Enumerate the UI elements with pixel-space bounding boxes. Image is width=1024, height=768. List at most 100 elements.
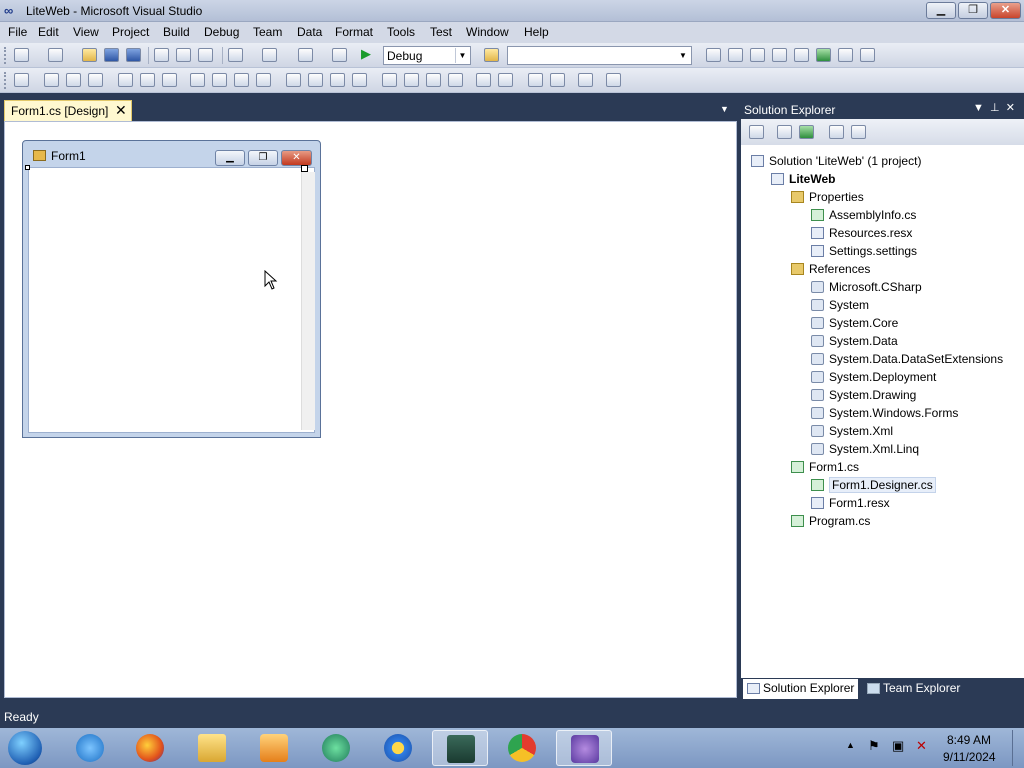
tree-item[interactable]: System.Data.DataSetExtensions: [811, 352, 1003, 366]
tree-item[interactable]: System.Windows.Forms: [811, 406, 958, 420]
chevron-down-icon[interactable]: ▼: [720, 104, 729, 114]
view-designer-icon[interactable]: [851, 125, 866, 139]
tree-item[interactable]: Solution 'LiteWeb' (1 project): [751, 154, 921, 168]
menu-edit[interactable]: Edit: [38, 25, 59, 39]
toolbar-grip[interactable]: [4, 47, 7, 64]
taskbar-chrome[interactable]: [494, 730, 550, 766]
action-center-flag-icon[interactable]: ⚑: [868, 738, 880, 754]
tree-item[interactable]: Settings.settings: [811, 244, 917, 258]
extension-manager-icon[interactable]: [838, 48, 853, 62]
taskbar-browser[interactable]: [370, 730, 426, 766]
taskbar-app[interactable]: [308, 730, 364, 766]
clock-date[interactable]: 9/11/2024: [943, 750, 996, 764]
find-in-files-icon[interactable]: [484, 48, 499, 62]
form-client-area[interactable]: [28, 167, 315, 433]
paste-icon[interactable]: [198, 48, 213, 62]
align-middles-icon[interactable]: [140, 73, 155, 87]
save-icon[interactable]: [104, 48, 119, 62]
send-to-back-icon[interactable]: [550, 73, 565, 87]
object-browser-icon[interactable]: [750, 48, 765, 62]
menu-test[interactable]: Test: [430, 25, 452, 39]
tab-order-icon[interactable]: [606, 73, 621, 87]
clock-time[interactable]: 8:49 AM: [947, 733, 991, 747]
add-item-icon[interactable]: [48, 48, 63, 62]
taskbar-firefox[interactable]: [122, 730, 178, 766]
properties-icon[interactable]: [749, 125, 764, 139]
toolbar-grip[interactable]: [4, 72, 7, 89]
taskbar-internet-explorer[interactable]: [62, 730, 118, 766]
lock-controls-icon[interactable]: [578, 73, 593, 87]
decrease-vertical-spacing-icon[interactable]: [426, 73, 441, 87]
align-tops-icon[interactable]: [118, 73, 133, 87]
tree-item[interactable]: Program.cs: [791, 514, 870, 528]
start-button[interactable]: [4, 730, 46, 766]
tree-item[interactable]: Properties: [791, 190, 864, 204]
make-vertical-spacing-equal-icon[interactable]: [382, 73, 397, 87]
tree-item[interactable]: System.Data: [811, 334, 898, 348]
solution-configurations-dropdown[interactable]: Debug ▼: [383, 46, 471, 65]
undo-icon[interactable]: [228, 48, 243, 62]
align-to-grid-icon[interactable]: [14, 73, 29, 87]
tree-item[interactable]: System.Core: [811, 316, 898, 330]
increase-vertical-spacing-icon[interactable]: [404, 73, 419, 87]
menu-help[interactable]: Help: [524, 25, 549, 39]
network-icon[interactable]: ▣: [892, 738, 904, 754]
properties-icon[interactable]: [728, 48, 743, 62]
cut-icon[interactable]: [154, 48, 169, 62]
tree-item[interactable]: AssemblyInfo.cs: [811, 208, 916, 222]
copy-icon[interactable]: [176, 48, 191, 62]
navigate-backward-icon[interactable]: [298, 48, 313, 62]
start-debugging-icon[interactable]: ▶: [361, 47, 373, 61]
tree-item[interactable]: System: [811, 298, 869, 312]
menu-format[interactable]: Format: [335, 25, 373, 39]
taskbar-monitor[interactable]: [432, 730, 488, 766]
make-same-height-icon[interactable]: [212, 73, 227, 87]
remove-horizontal-spacing-icon[interactable]: [352, 73, 367, 87]
align-rights-icon[interactable]: [88, 73, 103, 87]
center-horizontally-icon[interactable]: [476, 73, 491, 87]
decrease-horizontal-spacing-icon[interactable]: [330, 73, 345, 87]
make-same-size-icon[interactable]: [234, 73, 249, 87]
tree-item[interactable]: Microsoft.CSharp: [811, 280, 922, 294]
menu-project[interactable]: Project: [112, 25, 149, 39]
solution-explorer-icon[interactable]: [706, 48, 721, 62]
tree-item[interactable]: System.Xml.Linq: [811, 442, 919, 456]
minimize-button[interactable]: ▁: [926, 2, 956, 19]
maximize-button[interactable]: ❐: [958, 2, 988, 19]
center-vertically-icon[interactable]: [498, 73, 513, 87]
tab-team-explorer[interactable]: Team Explorer: [863, 679, 964, 699]
panel-controls[interactable]: ▼ ⊥ ✕: [973, 101, 1015, 114]
solution-platforms-dropdown[interactable]: ▼: [507, 46, 692, 65]
close-button[interactable]: ✕: [990, 2, 1021, 19]
tree-item[interactable]: References: [791, 262, 870, 276]
increase-horizontal-spacing-icon[interactable]: [308, 73, 323, 87]
navigate-forward-icon[interactable]: [332, 48, 347, 62]
tree-item[interactable]: Form1.resx: [811, 496, 890, 510]
taskbar-visual-studio[interactable]: [556, 730, 612, 766]
menu-file[interactable]: File: [8, 25, 27, 39]
tab-form1-design[interactable]: Form1.cs [Design] ✕: [4, 100, 132, 121]
volume-muted-icon[interactable]: ✕: [916, 738, 927, 754]
view-code-icon[interactable]: [829, 125, 844, 139]
menu-view[interactable]: View: [73, 25, 99, 39]
tab-solution-explorer[interactable]: Solution Explorer: [743, 679, 859, 699]
align-lefts-icon[interactable]: [44, 73, 59, 87]
start-page-icon[interactable]: [816, 48, 831, 62]
menu-data[interactable]: Data: [297, 25, 322, 39]
menu-build[interactable]: Build: [163, 25, 190, 39]
remove-vertical-spacing-icon[interactable]: [448, 73, 463, 87]
align-centers-icon[interactable]: [66, 73, 81, 87]
align-bottoms-icon[interactable]: [162, 73, 177, 87]
toolbox-icon[interactable]: [772, 48, 787, 62]
tree-item[interactable]: Resources.resx: [811, 226, 912, 240]
tree-item[interactable]: System.Deployment: [811, 370, 936, 384]
menu-window[interactable]: Window: [466, 25, 509, 39]
close-icon[interactable]: ✕: [115, 102, 127, 119]
show-desktop-button[interactable]: [1012, 730, 1022, 766]
redo-icon[interactable]: [262, 48, 277, 62]
menu-team[interactable]: Team: [253, 25, 282, 39]
size-to-grid-icon[interactable]: [256, 73, 271, 87]
tools-icon[interactable]: [794, 48, 809, 62]
taskbar-media-player[interactable]: [246, 730, 302, 766]
open-file-icon[interactable]: [82, 48, 97, 62]
